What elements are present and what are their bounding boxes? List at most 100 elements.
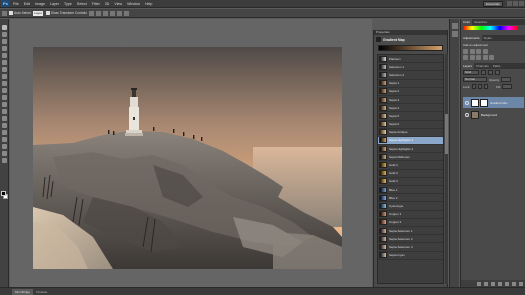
tab-styles[interactable]: Styles — [482, 35, 494, 41]
fill-field[interactable] — [501, 84, 512, 89]
gradient-preset-item[interactable]: Sepia 1 — [378, 80, 443, 88]
path-select-icon[interactable] — [2, 137, 7, 142]
gradient-tool-icon[interactable] — [2, 102, 7, 107]
move-tool-icon[interactable] — [2, 25, 7, 30]
gradient-preset-item[interactable]: Sepia-Cyan — [378, 252, 443, 260]
foreground-color-swatch[interactable] — [1, 191, 6, 196]
exposure-icon[interactable] — [482, 49, 488, 54]
gradient-preset-item[interactable]: Gold 1 — [378, 161, 443, 170]
marquee-tool-icon[interactable] — [2, 32, 7, 37]
trash-icon[interactable] — [519, 281, 523, 286]
show-transform-checkbox[interactable] — [45, 11, 50, 15]
gradient-preset-item[interactable]: Sepia 5 — [378, 112, 443, 121]
menu-edit[interactable]: Edit — [24, 2, 30, 6]
properties-icon[interactable] — [452, 31, 458, 37]
gradient-preset-item[interactable]: Sepia Highlights 1 — [378, 136, 443, 146]
gradient-preset-item[interactable]: Cyanotype — [378, 202, 443, 211]
opacity-field[interactable] — [501, 77, 512, 82]
gradient-preset-item[interactable]: Selenium 2 — [378, 71, 443, 80]
gradient-preset-item[interactable]: Platinum — [378, 55, 443, 64]
gradient-preset-item[interactable]: Sepia-Selenium 2 — [378, 235, 443, 244]
lock-all-icon[interactable] — [484, 84, 489, 89]
scroll-thumb[interactable] — [445, 114, 448, 154]
brightness-contrast-icon[interactable] — [463, 49, 468, 54]
auto-select-dropdown[interactable]: Layer — [33, 10, 43, 16]
crop-tool-icon[interactable] — [2, 53, 7, 58]
menu-file[interactable]: File — [13, 2, 19, 6]
lasso-tool-icon[interactable] — [2, 39, 7, 44]
maximize-icon[interactable] — [513, 1, 518, 6]
mask-thumbnail[interactable] — [480, 98, 488, 107]
minimize-icon[interactable] — [507, 1, 512, 6]
close-icon[interactable] — [519, 1, 524, 6]
menu-view[interactable]: View — [114, 2, 122, 6]
menu-filter[interactable]: Filter — [92, 2, 100, 6]
align-middle-icon[interactable] — [95, 10, 101, 16]
history-icon[interactable] — [452, 23, 458, 29]
gradient-preset-item[interactable]: Sepia 6 — [378, 121, 443, 129]
eraser-tool-icon[interactable] — [2, 95, 7, 100]
workspace-switcher[interactable]: Essentials — [483, 1, 503, 7]
tab-adjustments[interactable]: Adjustments — [461, 35, 482, 41]
menu-image[interactable]: Image — [35, 2, 45, 6]
tab-paths[interactable]: Paths — [491, 63, 503, 69]
hue-saturation-icon[interactable] — [469, 55, 475, 60]
menu-select[interactable]: Select — [77, 2, 87, 6]
pen-tool-icon[interactable] — [2, 123, 7, 128]
dodge-tool-icon[interactable] — [2, 116, 7, 121]
document-image[interactable] — [33, 47, 342, 269]
link-layers-icon[interactable] — [477, 281, 481, 286]
menu-type[interactable]: Type — [64, 2, 72, 6]
tab-mini-bridge[interactable]: Mini Bridge — [12, 288, 34, 295]
tab-timeline[interactable]: Timeline — [33, 289, 50, 295]
gradient-preset-item[interactable]: Sepia Highlights 2 — [378, 145, 443, 154]
layer-background[interactable]: Background — [463, 109, 524, 120]
preset-scrollbar[interactable] — [445, 54, 448, 284]
blur-tool-icon[interactable] — [2, 109, 7, 114]
quick-select-tool-icon[interactable] — [2, 46, 7, 51]
gradient-preset-item[interactable]: Gold 3 — [378, 178, 443, 186]
blend-mode-dropdown[interactable]: Normal — [463, 77, 487, 82]
eye-icon[interactable] — [465, 100, 469, 105]
move-tool-icon[interactable] — [2, 10, 7, 16]
gradient-preset-item[interactable]: Sepia 3 — [378, 96, 443, 105]
clone-stamp-icon[interactable] — [2, 81, 7, 86]
gradient-preset-item[interactable]: Sepia 2 — [378, 88, 443, 96]
history-brush-icon[interactable] — [2, 88, 7, 93]
lock-pixels-icon[interactable] — [472, 84, 477, 89]
type-tool-icon[interactable] — [2, 130, 7, 135]
menu-3d[interactable]: 3D — [105, 2, 110, 6]
filter-type-icon[interactable] — [495, 70, 500, 75]
black-white-icon[interactable] — [482, 55, 488, 60]
new-layer-icon[interactable] — [512, 281, 516, 286]
document-canvas-area[interactable] — [10, 19, 372, 287]
filter-pixel-icon[interactable] — [481, 70, 486, 75]
filter-adjust-icon[interactable] — [488, 70, 493, 75]
levels-icon[interactable] — [469, 49, 475, 54]
kind-filter-dropdown[interactable]: Kind — [463, 70, 479, 75]
gradient-preset-item[interactable]: Gold 2 — [378, 170, 443, 178]
hand-tool-icon[interactable] — [2, 151, 7, 156]
gradient-preset-item[interactable]: Sepia Midtones — [378, 153, 443, 162]
layer-gradient-map[interactable]: Gradient Ma... — [463, 97, 524, 108]
menu-layer[interactable]: Layer — [50, 2, 59, 6]
gradient-preview[interactable] — [378, 45, 443, 51]
photo-filter-icon[interactable] — [489, 55, 494, 60]
healing-brush-icon[interactable] — [2, 67, 7, 72]
menu-help[interactable]: Help — [145, 2, 152, 6]
layer-style-icon[interactable] — [484, 281, 488, 286]
tab-color[interactable]: Color — [461, 19, 473, 25]
lock-position-icon[interactable] — [478, 84, 483, 89]
align-left-icon[interactable] — [109, 10, 115, 16]
gradient-preset-item[interactable]: Selenium 1 — [378, 63, 443, 72]
align-center-icon[interactable] — [116, 10, 122, 16]
gradient-preset-item[interactable]: Sepia 4 — [378, 104, 443, 113]
new-group-icon[interactable] — [505, 281, 509, 286]
brush-tool-icon[interactable] — [2, 74, 7, 79]
color-balance-icon[interactable] — [476, 55, 481, 60]
eye-icon[interactable] — [465, 112, 469, 117]
tab-channels[interactable]: Channels — [474, 63, 491, 69]
gradient-preset-item[interactable]: Sepia-Selenium 3 — [378, 243, 443, 252]
gradient-preset-item[interactable]: Sepia-Selenium 1 — [378, 227, 443, 236]
align-bottom-icon[interactable] — [102, 10, 108, 16]
